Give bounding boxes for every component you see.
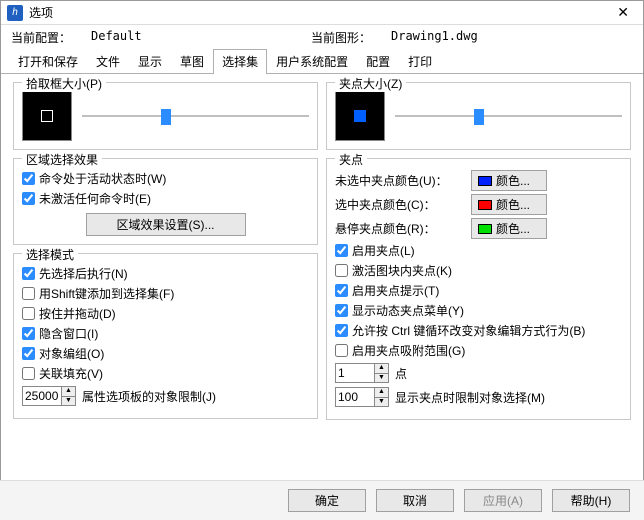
tab-draft[interactable]: 草图 <box>171 49 213 74</box>
region-effect-settings-button[interactable]: 区域效果设置(S)... <box>86 213 246 236</box>
grip-object-limit-input[interactable]: ▲▼ <box>335 387 389 407</box>
hover-grip-color-button[interactable]: 颜色... <box>471 218 547 239</box>
chk-dynamic-grip-menu[interactable]: 显示动态夹点菜单(Y) <box>335 302 622 319</box>
grip-snap-points-input[interactable]: ▲▼ <box>335 363 389 383</box>
unselected-grip-color-label: 未选中夹点颜色(U)： <box>335 172 465 189</box>
chk-enable-grips[interactable]: 启用夹点(L) <box>335 242 622 259</box>
tab-print[interactable]: 打印 <box>399 49 441 74</box>
help-button[interactable]: 帮助(H) <box>552 489 630 512</box>
spinner-down-icon[interactable]: ▼ <box>61 397 75 406</box>
current-config-value: Default <box>91 29 311 46</box>
chk-grip-snap-range[interactable]: 启用夹点吸附范围(G) <box>335 342 622 359</box>
current-drawing-label: 当前图形： <box>311 29 391 46</box>
pickbox-size-legend: 拾取框大小(P) <box>22 75 106 92</box>
unselected-grip-color-button[interactable]: 颜色... <box>471 170 547 191</box>
pickbox-preview <box>22 91 72 141</box>
current-config-label: 当前配置： <box>11 29 91 46</box>
grip-snap-points-label: 点 <box>395 365 407 382</box>
selected-grip-color-button[interactable]: 颜色... <box>471 194 547 215</box>
chk-assoc-hatch[interactable]: 关联填充(V) <box>22 365 309 382</box>
color-swatch-selected <box>478 200 492 210</box>
prop-palette-limit-input[interactable]: ▲▼ <box>22 386 76 406</box>
prop-palette-limit-label: 属性选项板的对象限制(J) <box>82 388 216 405</box>
tab-file[interactable]: 文件 <box>87 49 129 74</box>
chk-press-drag[interactable]: 按住并拖动(D) <box>22 305 309 322</box>
chk-cmd-inactive[interactable]: 未激活任何命令时(E) <box>22 190 309 207</box>
hover-grip-color-label: 悬停夹点颜色(R)： <box>335 220 465 237</box>
ok-button[interactable]: 确定 <box>288 489 366 512</box>
grip-size-slider[interactable] <box>395 106 622 126</box>
chk-object-group[interactable]: 对象编组(O) <box>22 345 309 362</box>
tab-display[interactable]: 显示 <box>129 49 171 74</box>
spinner-down-icon[interactable]: ▼ <box>374 374 388 383</box>
region-effect-legend: 区域选择效果 <box>22 151 102 168</box>
spinner-up-icon[interactable]: ▲ <box>61 387 75 397</box>
tab-config[interactable]: 配置 <box>357 49 399 74</box>
app-icon: h <box>7 5 23 21</box>
chk-grip-tips[interactable]: 启用夹点提示(T) <box>335 282 622 299</box>
current-drawing-value: Drawing1.dwg <box>391 29 611 46</box>
close-icon[interactable]: ✕ <box>609 4 637 21</box>
window-title: 选项 <box>29 4 609 21</box>
pickbox-size-slider[interactable] <box>82 106 309 126</box>
tab-open-save[interactable]: 打开和保存 <box>9 49 87 74</box>
grip-size-legend: 夹点大小(Z) <box>335 75 406 92</box>
grip-legend: 夹点 <box>335 151 367 168</box>
selection-mode-legend: 选择模式 <box>22 246 78 263</box>
chk-noun-verb[interactable]: 先选择后执行(N) <box>22 265 309 282</box>
selected-grip-color-label: 选中夹点颜色(C)： <box>335 196 465 213</box>
cancel-button[interactable]: 取消 <box>376 489 454 512</box>
apply-button[interactable]: 应用(A) <box>464 489 542 512</box>
spinner-up-icon[interactable]: ▲ <box>374 388 388 398</box>
spinner-up-icon[interactable]: ▲ <box>374 364 388 374</box>
spinner-down-icon[interactable]: ▼ <box>374 398 388 407</box>
chk-shift-add[interactable]: 用Shift键添加到选择集(F) <box>22 285 309 302</box>
chk-ctrl-cycle[interactable]: 允许按 Ctrl 键循环改变对象编辑方式行为(B) <box>335 322 622 339</box>
grip-preview <box>335 91 385 141</box>
chk-cmd-active[interactable]: 命令处于活动状态时(W) <box>22 170 309 187</box>
chk-grips-in-blocks[interactable]: 激活图块内夹点(K) <box>335 262 622 279</box>
tab-user-sys[interactable]: 用户系统配置 <box>267 49 357 74</box>
grip-object-limit-label: 显示夹点时限制对象选择(M) <box>395 389 545 406</box>
tab-selection[interactable]: 选择集 <box>213 49 267 74</box>
color-swatch-hover <box>478 224 492 234</box>
chk-implied-window[interactable]: 隐含窗口(I) <box>22 325 309 342</box>
color-swatch-unselected <box>478 176 492 186</box>
